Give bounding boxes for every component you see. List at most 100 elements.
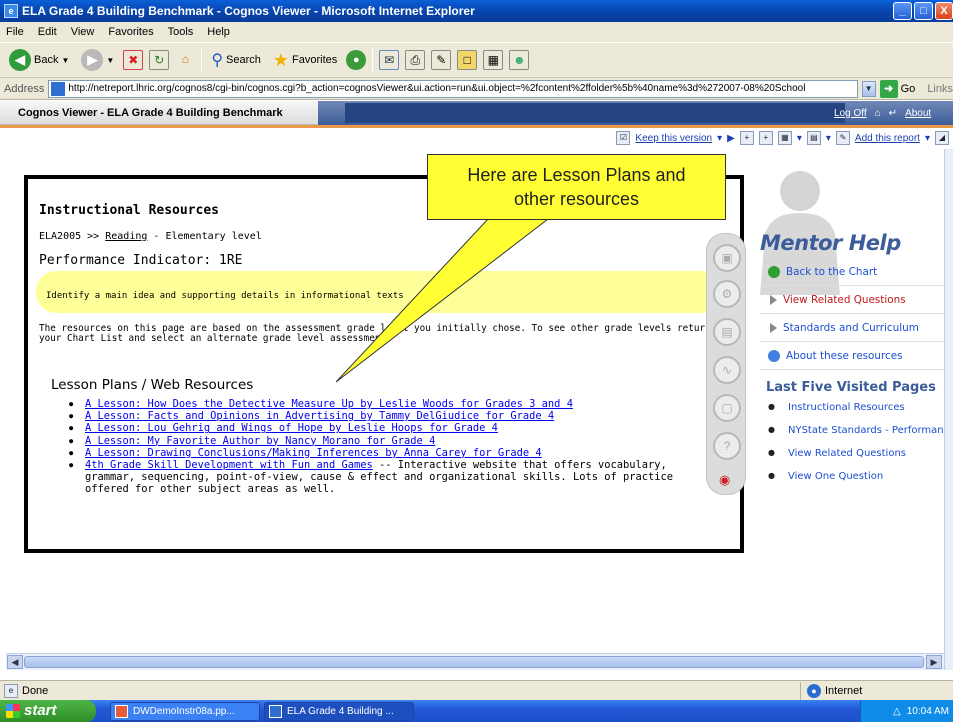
intro-paragraph: The resources on this page are based on … bbox=[39, 323, 728, 344]
system-tray: △ 10:04 AM bbox=[860, 700, 953, 722]
mentor-icon-strip: ▣ ⚙ ▤ ∿ ▢ ? ◉ bbox=[706, 233, 746, 495]
page-done-icon: e bbox=[4, 683, 18, 698]
address-url: http://netreport.lhric.org/cognos8/cgi-b… bbox=[68, 83, 806, 94]
menu-view[interactable]: View bbox=[71, 26, 95, 38]
help-icon[interactable]: ? bbox=[713, 432, 741, 460]
lesson-link[interactable]: A Lesson: My Favorite Author by Nancy Mo… bbox=[85, 435, 435, 447]
mail-icon[interactable]: ✉ bbox=[379, 50, 400, 70]
list-item: A Lesson: How Does the Detective Measure… bbox=[69, 398, 719, 410]
visited-page-link[interactable]: Instructional Resources bbox=[766, 402, 944, 425]
clock: 10:04 AM bbox=[906, 705, 949, 717]
network-icon[interactable]: △ bbox=[893, 706, 901, 717]
research-icon[interactable]: ▦ bbox=[483, 50, 504, 70]
forward-button[interactable]: ▶ ▼ bbox=[78, 47, 117, 73]
scroll-thumb[interactable] bbox=[24, 656, 924, 668]
callout-box: Here are Lesson Plans and other resource… bbox=[427, 154, 726, 220]
menu-edit[interactable]: Edit bbox=[38, 26, 57, 38]
maximize-button[interactable]: □ bbox=[914, 2, 933, 20]
pulse-icon[interactable]: ∿ bbox=[713, 356, 741, 384]
add-report-link[interactable]: Add this report bbox=[855, 133, 920, 144]
favorites-button[interactable]: ★ Favorites bbox=[270, 47, 340, 73]
lesson-link[interactable]: A Lesson: Drawing Conclusions/Making Inf… bbox=[85, 447, 542, 459]
page-icon bbox=[51, 81, 66, 96]
related-links-icon[interactable]: ▦ bbox=[777, 131, 792, 145]
home-icon[interactable]: ⌂ bbox=[175, 50, 195, 70]
menu-tools[interactable]: Tools bbox=[168, 26, 194, 38]
window-title-bar: e ELA Grade 4 Building Benchmark - Cogno… bbox=[0, 0, 953, 22]
mute-icon[interactable]: ◉ bbox=[719, 472, 730, 488]
performance-indicator-text: Identify a main idea and supporting deta… bbox=[36, 271, 726, 313]
menu-favorites[interactable]: Favorites bbox=[108, 26, 153, 38]
taskbar-item-powerpoint[interactable]: DWDemoInstr08a.pp... bbox=[110, 702, 260, 721]
vertical-scrollbar[interactable] bbox=[944, 149, 953, 670]
lesson-link[interactable]: A Lesson: Lou Gehrig and Wings of Hope b… bbox=[85, 422, 498, 434]
visited-page-link[interactable]: View Related Questions bbox=[766, 448, 944, 471]
minimize-button[interactable]: _ bbox=[893, 2, 912, 20]
lesson-link[interactable]: A Lesson: Facts and Opinions in Advertis… bbox=[85, 410, 554, 422]
visited-page-link[interactable]: View One Question bbox=[766, 471, 944, 494]
back-arrow-icon: ◀ bbox=[9, 49, 31, 71]
close-button[interactable]: X bbox=[935, 2, 953, 20]
start-button[interactable]: start bbox=[0, 700, 96, 722]
menu-help[interactable]: Help bbox=[207, 26, 230, 38]
visited-pages-list: Instructional Resources NYState Standard… bbox=[766, 402, 944, 494]
edit-icon[interactable]: ✎ bbox=[431, 50, 452, 70]
mentor-back-to-chart[interactable]: Back to the Chart bbox=[760, 258, 944, 286]
address-bar: Address http://netreport.lhric.org/cogno… bbox=[0, 78, 953, 100]
back-button[interactable]: ◀ Back ▼ bbox=[6, 47, 72, 73]
list-item: A Lesson: Facts and Opinions in Advertis… bbox=[69, 410, 719, 422]
scroll-right-icon[interactable]: ▶ bbox=[926, 655, 942, 669]
extra-tool-icon[interactable]: ◢ bbox=[935, 131, 949, 145]
folder-icon[interactable]: □ bbox=[457, 50, 478, 70]
mentor-standards-curriculum[interactable]: Standards and Curriculum bbox=[760, 314, 944, 342]
keep-version-link[interactable]: Keep this version bbox=[635, 133, 712, 144]
classroom-icon[interactable]: ▣ bbox=[713, 244, 741, 272]
run-icon[interactable]: ▶ bbox=[727, 133, 735, 144]
books-icon[interactable]: ▤ bbox=[713, 318, 741, 346]
mentor-about-resources[interactable]: About these resources bbox=[760, 342, 944, 370]
messenger-icon[interactable]: ☻ bbox=[509, 50, 530, 70]
lesson-link[interactable]: A Lesson: How Does the Detective Measure… bbox=[85, 398, 573, 410]
return-icon[interactable]: ↵ bbox=[889, 108, 897, 119]
menu-bar: File Edit View Favorites Tools Help bbox=[0, 22, 953, 42]
chevron-down-icon[interactable]: ▾ bbox=[797, 133, 802, 144]
drill-down-icon[interactable]: + bbox=[739, 131, 754, 145]
address-input[interactable]: http://netreport.lhric.org/cognos8/cgi-b… bbox=[48, 79, 858, 98]
visited-page-link[interactable]: NYState Standards - Performance bbox=[766, 425, 944, 448]
chevron-down-icon[interactable]: ▾ bbox=[717, 133, 722, 144]
gears-icon[interactable]: ⚙ bbox=[713, 280, 741, 308]
breadcrumb-reading-link[interactable]: Reading bbox=[105, 231, 147, 242]
logoff-link[interactable]: Log Off bbox=[834, 108, 867, 119]
chevron-down-icon[interactable]: ▾ bbox=[826, 133, 831, 144]
search-button[interactable]: ⚲ Search bbox=[208, 47, 264, 73]
taskbar-item-ie[interactable]: ELA Grade 4 Building ... bbox=[264, 702, 414, 721]
drill-up-icon[interactable]: + bbox=[758, 131, 773, 145]
lesson-link[interactable]: 4th Grade Skill Development with Fun and… bbox=[85, 459, 373, 471]
address-dropdown-icon[interactable]: ▼ bbox=[861, 80, 876, 97]
menu-label: Back to the Chart bbox=[786, 265, 878, 278]
view-format-icon[interactable]: ▤ bbox=[806, 131, 821, 145]
chevron-down-icon: ▼ bbox=[61, 55, 70, 65]
breadcrumb: ELA2005 >> Reading - Elementary level bbox=[39, 231, 262, 242]
refresh-icon[interactable]: ↻ bbox=[149, 50, 170, 70]
go-button[interactable]: ➜ Go bbox=[879, 79, 915, 98]
home-icon[interactable]: ⌂ bbox=[875, 108, 881, 119]
mentor-view-related-questions[interactable]: View Related Questions bbox=[760, 286, 944, 314]
links-label[interactable]: Links bbox=[927, 83, 953, 95]
powerpoint-icon bbox=[115, 705, 128, 718]
about-link[interactable]: About bbox=[905, 108, 931, 119]
chevron-down-icon[interactable]: ▾ bbox=[925, 133, 930, 144]
grey-triangle-icon bbox=[770, 322, 777, 333]
stop-icon[interactable]: ✖ bbox=[123, 50, 144, 70]
ie-icon: e bbox=[4, 4, 18, 18]
horizontal-scrollbar[interactable]: ◀ ▶ bbox=[6, 653, 944, 670]
media-icon[interactable]: ● bbox=[346, 50, 367, 70]
mentor-help-title: Mentor Help bbox=[760, 231, 901, 255]
print-icon[interactable]: ⎙ bbox=[405, 50, 426, 70]
visited-pages-title: Last Five Visited Pages bbox=[766, 380, 936, 395]
menu-file[interactable]: File bbox=[6, 26, 24, 38]
menu-label: About these resources bbox=[786, 349, 903, 362]
cube-icon[interactable]: ▢ bbox=[713, 394, 741, 422]
scroll-left-icon[interactable]: ◀ bbox=[7, 655, 23, 669]
list-item: A Lesson: Drawing Conclusions/Making Inf… bbox=[69, 447, 719, 459]
